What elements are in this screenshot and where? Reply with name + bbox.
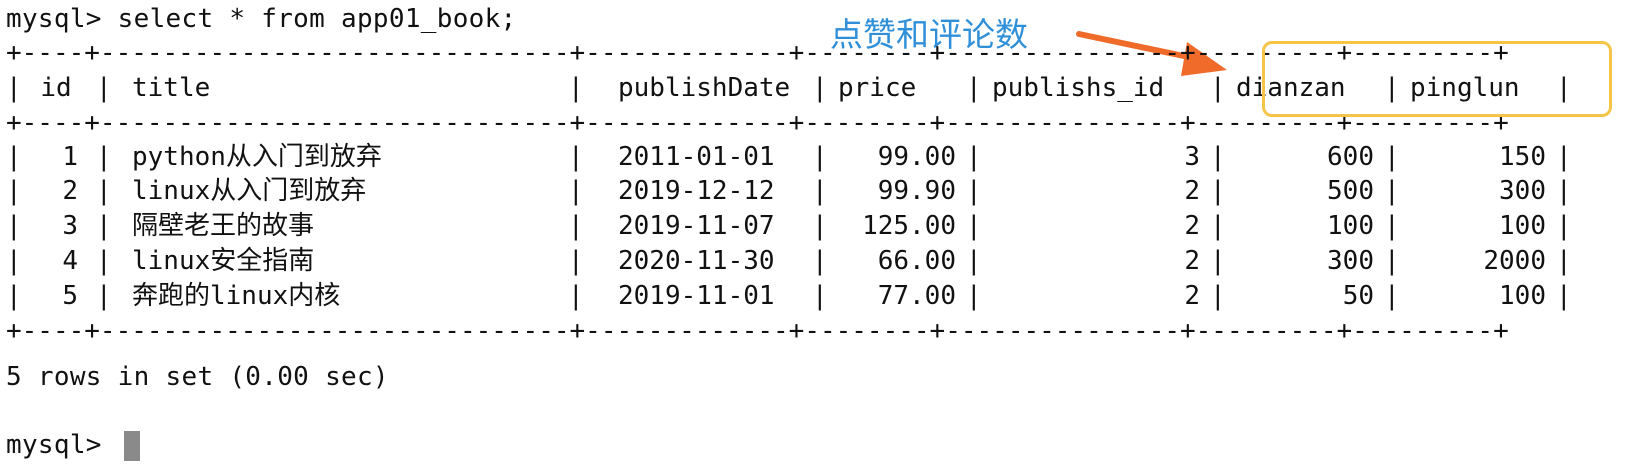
row-1-separator: | <box>966 142 982 172</box>
table-cell-price: 99.90 <box>877 176 956 206</box>
prompt-line[interactable]: mysql> <box>6 428 140 462</box>
row-5-separator: | <box>1556 281 1572 311</box>
table-cell-dianzan: 300 <box>1327 246 1374 276</box>
table-cell-title: 奔跑的linux内核 <box>132 281 341 311</box>
table-cell-publishs_id: 3 <box>1184 142 1200 172</box>
row-1-separator: | <box>6 142 22 172</box>
header-separator: | <box>1210 73 1226 103</box>
table-cell-dianzan: 100 <box>1327 211 1374 241</box>
row-4-separator: | <box>812 246 828 276</box>
row-4-separator: | <box>96 246 112 276</box>
table-cell-pinglun: 150 <box>1499 142 1546 172</box>
row-4-separator: | <box>1384 246 1400 276</box>
row-5-separator: | <box>1210 281 1226 311</box>
table-cell-price: 99.00 <box>877 142 956 172</box>
table-cell-publishDate: 2019-12-12 <box>618 176 775 206</box>
row-3-separator: | <box>966 211 982 241</box>
row-3-separator: | <box>812 211 828 241</box>
table-cell-id: 5 <box>62 281 78 311</box>
table-cell-id: 1 <box>62 142 78 172</box>
highlight-box <box>1262 41 1612 117</box>
row-2-separator: | <box>568 176 584 206</box>
row-5-separator: | <box>812 281 828 311</box>
table-cell-publishDate: 2019-11-01 <box>618 281 775 311</box>
table-cell-pinglun: 100 <box>1499 211 1546 241</box>
header-separator: | <box>6 73 22 103</box>
table-cell-publishs_id: 2 <box>1184 281 1200 311</box>
column-header-publishs_id: publishs_id <box>992 73 1165 103</box>
terminal-window[interactable]: mysql> select * from app01_book; 点赞和评论数 … <box>0 0 1630 472</box>
row-3-separator: | <box>1384 211 1400 241</box>
row-2-separator: | <box>6 176 22 206</box>
table-cell-dianzan: 50 <box>1342 281 1374 311</box>
table-cell-publishs_id: 2 <box>1184 211 1200 241</box>
table-cell-id: 2 <box>62 176 78 206</box>
text-cursor <box>123 430 140 461</box>
table-cell-title: python从入门到放弃 <box>132 142 382 172</box>
table-cell-title: 隔壁老王的故事 <box>132 211 315 241</box>
table-cell-publishs_id: 2 <box>1184 176 1200 206</box>
row-5-separator: | <box>568 281 584 311</box>
table-cell-pinglun: 2000 <box>1483 246 1546 276</box>
row-5-separator: | <box>1384 281 1400 311</box>
row-1-separator: | <box>1556 142 1572 172</box>
column-header-publishDate: publishDate <box>618 73 791 103</box>
row-5-separator: | <box>966 281 982 311</box>
row-4-separator: | <box>1556 246 1572 276</box>
row-2-separator: | <box>1384 176 1400 206</box>
row-2-separator: | <box>812 176 828 206</box>
table-cell-publishDate: 2020-11-30 <box>618 246 775 276</box>
table-cell-pinglun: 100 <box>1499 281 1546 311</box>
header-separator: | <box>96 73 112 103</box>
row-1-separator: | <box>568 142 584 172</box>
table-cell-id: 4 <box>62 246 78 276</box>
result-summary: 5 rows in set (0.00 sec) <box>6 362 389 392</box>
row-2-separator: | <box>966 176 982 206</box>
table-cell-id: 3 <box>62 211 78 241</box>
row-2-separator: | <box>1556 176 1572 206</box>
row-2-separator: | <box>96 176 112 206</box>
column-header-id: id <box>40 73 72 103</box>
row-3-separator: | <box>568 211 584 241</box>
table-border-bottom: +----+------------------------------+---… <box>6 316 1509 346</box>
table-cell-title: linux安全指南 <box>132 246 315 276</box>
row-4-separator: | <box>966 246 982 276</box>
table-cell-publishs_id: 2 <box>1184 246 1200 276</box>
table-cell-dianzan: 600 <box>1327 142 1374 172</box>
row-4-separator: | <box>6 246 22 276</box>
table-cell-dianzan: 500 <box>1327 176 1374 206</box>
table-cell-price: 125.00 <box>862 211 956 241</box>
row-3-separator: | <box>1210 211 1226 241</box>
row-1-separator: | <box>812 142 828 172</box>
table-cell-pinglun: 300 <box>1499 176 1546 206</box>
row-3-separator: | <box>6 211 22 241</box>
column-header-title: title <box>132 73 211 103</box>
table-cell-title: linux从入门到放弃 <box>132 176 367 206</box>
row-1-separator: | <box>1384 142 1400 172</box>
row-5-separator: | <box>6 281 22 311</box>
table-cell-publishDate: 2019-11-07 <box>618 211 775 241</box>
command-line: mysql> select * from app01_book; <box>6 4 517 34</box>
table-cell-publishDate: 2011-01-01 <box>618 142 775 172</box>
row-1-separator: | <box>1210 142 1226 172</box>
prompt-text: mysql> <box>6 430 118 460</box>
table-cell-price: 66.00 <box>877 246 956 276</box>
row-3-separator: | <box>96 211 112 241</box>
row-4-separator: | <box>568 246 584 276</box>
header-separator: | <box>812 73 828 103</box>
row-2-separator: | <box>1210 176 1226 206</box>
table-cell-price: 77.00 <box>877 281 956 311</box>
row-4-separator: | <box>1210 246 1226 276</box>
row-5-separator: | <box>96 281 112 311</box>
header-separator: | <box>966 73 982 103</box>
row-1-separator: | <box>96 142 112 172</box>
column-header-price: price <box>838 73 917 103</box>
row-3-separator: | <box>1556 211 1572 241</box>
header-separator: | <box>568 73 584 103</box>
